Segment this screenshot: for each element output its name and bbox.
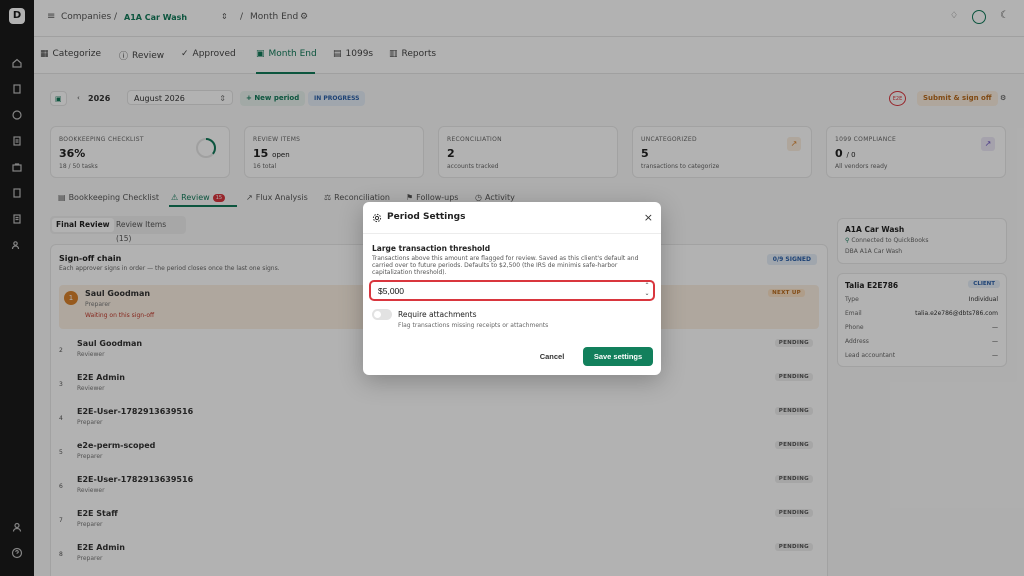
save-settings-button[interactable]: Save settings (583, 347, 653, 366)
gear-icon (372, 213, 382, 223)
threshold-help-text: Transactions above this amount are flagg… (372, 255, 639, 276)
period-settings-modal: Period Settings × Large transaction thre… (363, 202, 661, 375)
number-stepper[interactable]: ⌃ ⌄ (642, 282, 652, 299)
chevron-up-icon[interactable]: ⌃ (642, 282, 652, 290)
require-attachments-toggle[interactable] (372, 309, 392, 320)
threshold-label: Large transaction threshold (372, 244, 491, 253)
modal-title: Period Settings (387, 212, 466, 222)
threshold-input[interactable] (369, 280, 655, 301)
close-icon[interactable]: × (644, 211, 653, 224)
toggle-description: Flag transactions missing receipts or at… (398, 322, 549, 329)
toggle-label: Require attachments (398, 310, 477, 319)
modal-divider (363, 233, 661, 234)
chevron-down-icon[interactable]: ⌄ (642, 290, 652, 298)
cancel-button[interactable]: Cancel (531, 347, 573, 366)
